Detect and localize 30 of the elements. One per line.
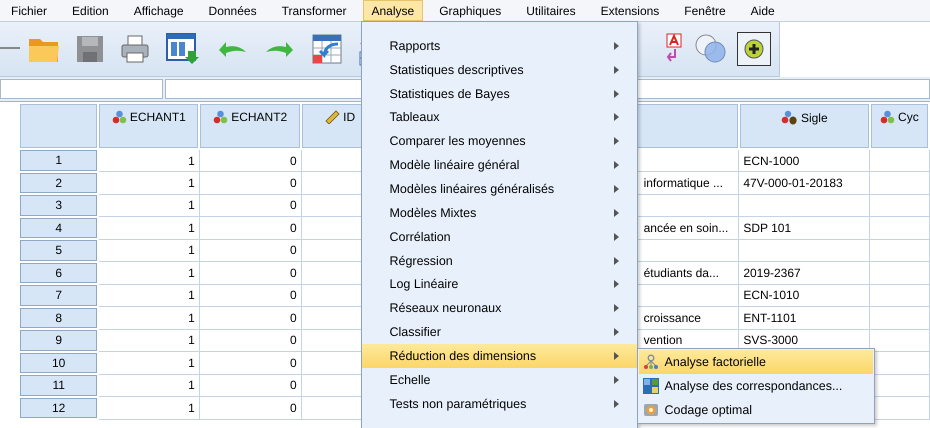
- table-cell: 1: [98, 149, 200, 172]
- table-cell: 0: [199, 306, 302, 329]
- table-cell: ENT-1101: [738, 306, 870, 329]
- table-cell: 1: [98, 329, 200, 352]
- table-cell: 1: [98, 352, 200, 374]
- table-cell: 1: [98, 194, 200, 216]
- table-cell: 0: [199, 172, 302, 194]
- table-cell: 1: [98, 396, 200, 419]
- table-cell: ECN-1000: [738, 149, 870, 172]
- table-cell: 0: [199, 329, 302, 352]
- table-cell: 47V-000-01-20183: [738, 172, 870, 194]
- table-cell: 0: [199, 396, 302, 419]
- table-cell: 1: [98, 172, 200, 194]
- table-cell: 1: [98, 262, 200, 284]
- table-cell: ECN-1010: [738, 284, 870, 306]
- table-cell: 0: [199, 239, 302, 262]
- table-cell: 0: [199, 284, 302, 306]
- table-cell: SDP 101: [738, 216, 870, 239]
- table-cell: 1: [98, 374, 200, 396]
- table-cell: 0: [199, 352, 302, 374]
- table-cell: 0: [199, 374, 302, 396]
- table-cell: 1: [98, 306, 200, 329]
- table-cell: 0: [199, 262, 302, 284]
- table-cell: 0: [199, 194, 302, 216]
- table-cell: 1: [98, 216, 200, 239]
- table-cell: 0: [199, 216, 302, 239]
- table-cell: 0: [199, 149, 302, 172]
- table-cell: 2019-2367: [738, 262, 870, 284]
- table-cell: 1: [98, 284, 200, 306]
- table-cell: 1: [98, 239, 200, 262]
